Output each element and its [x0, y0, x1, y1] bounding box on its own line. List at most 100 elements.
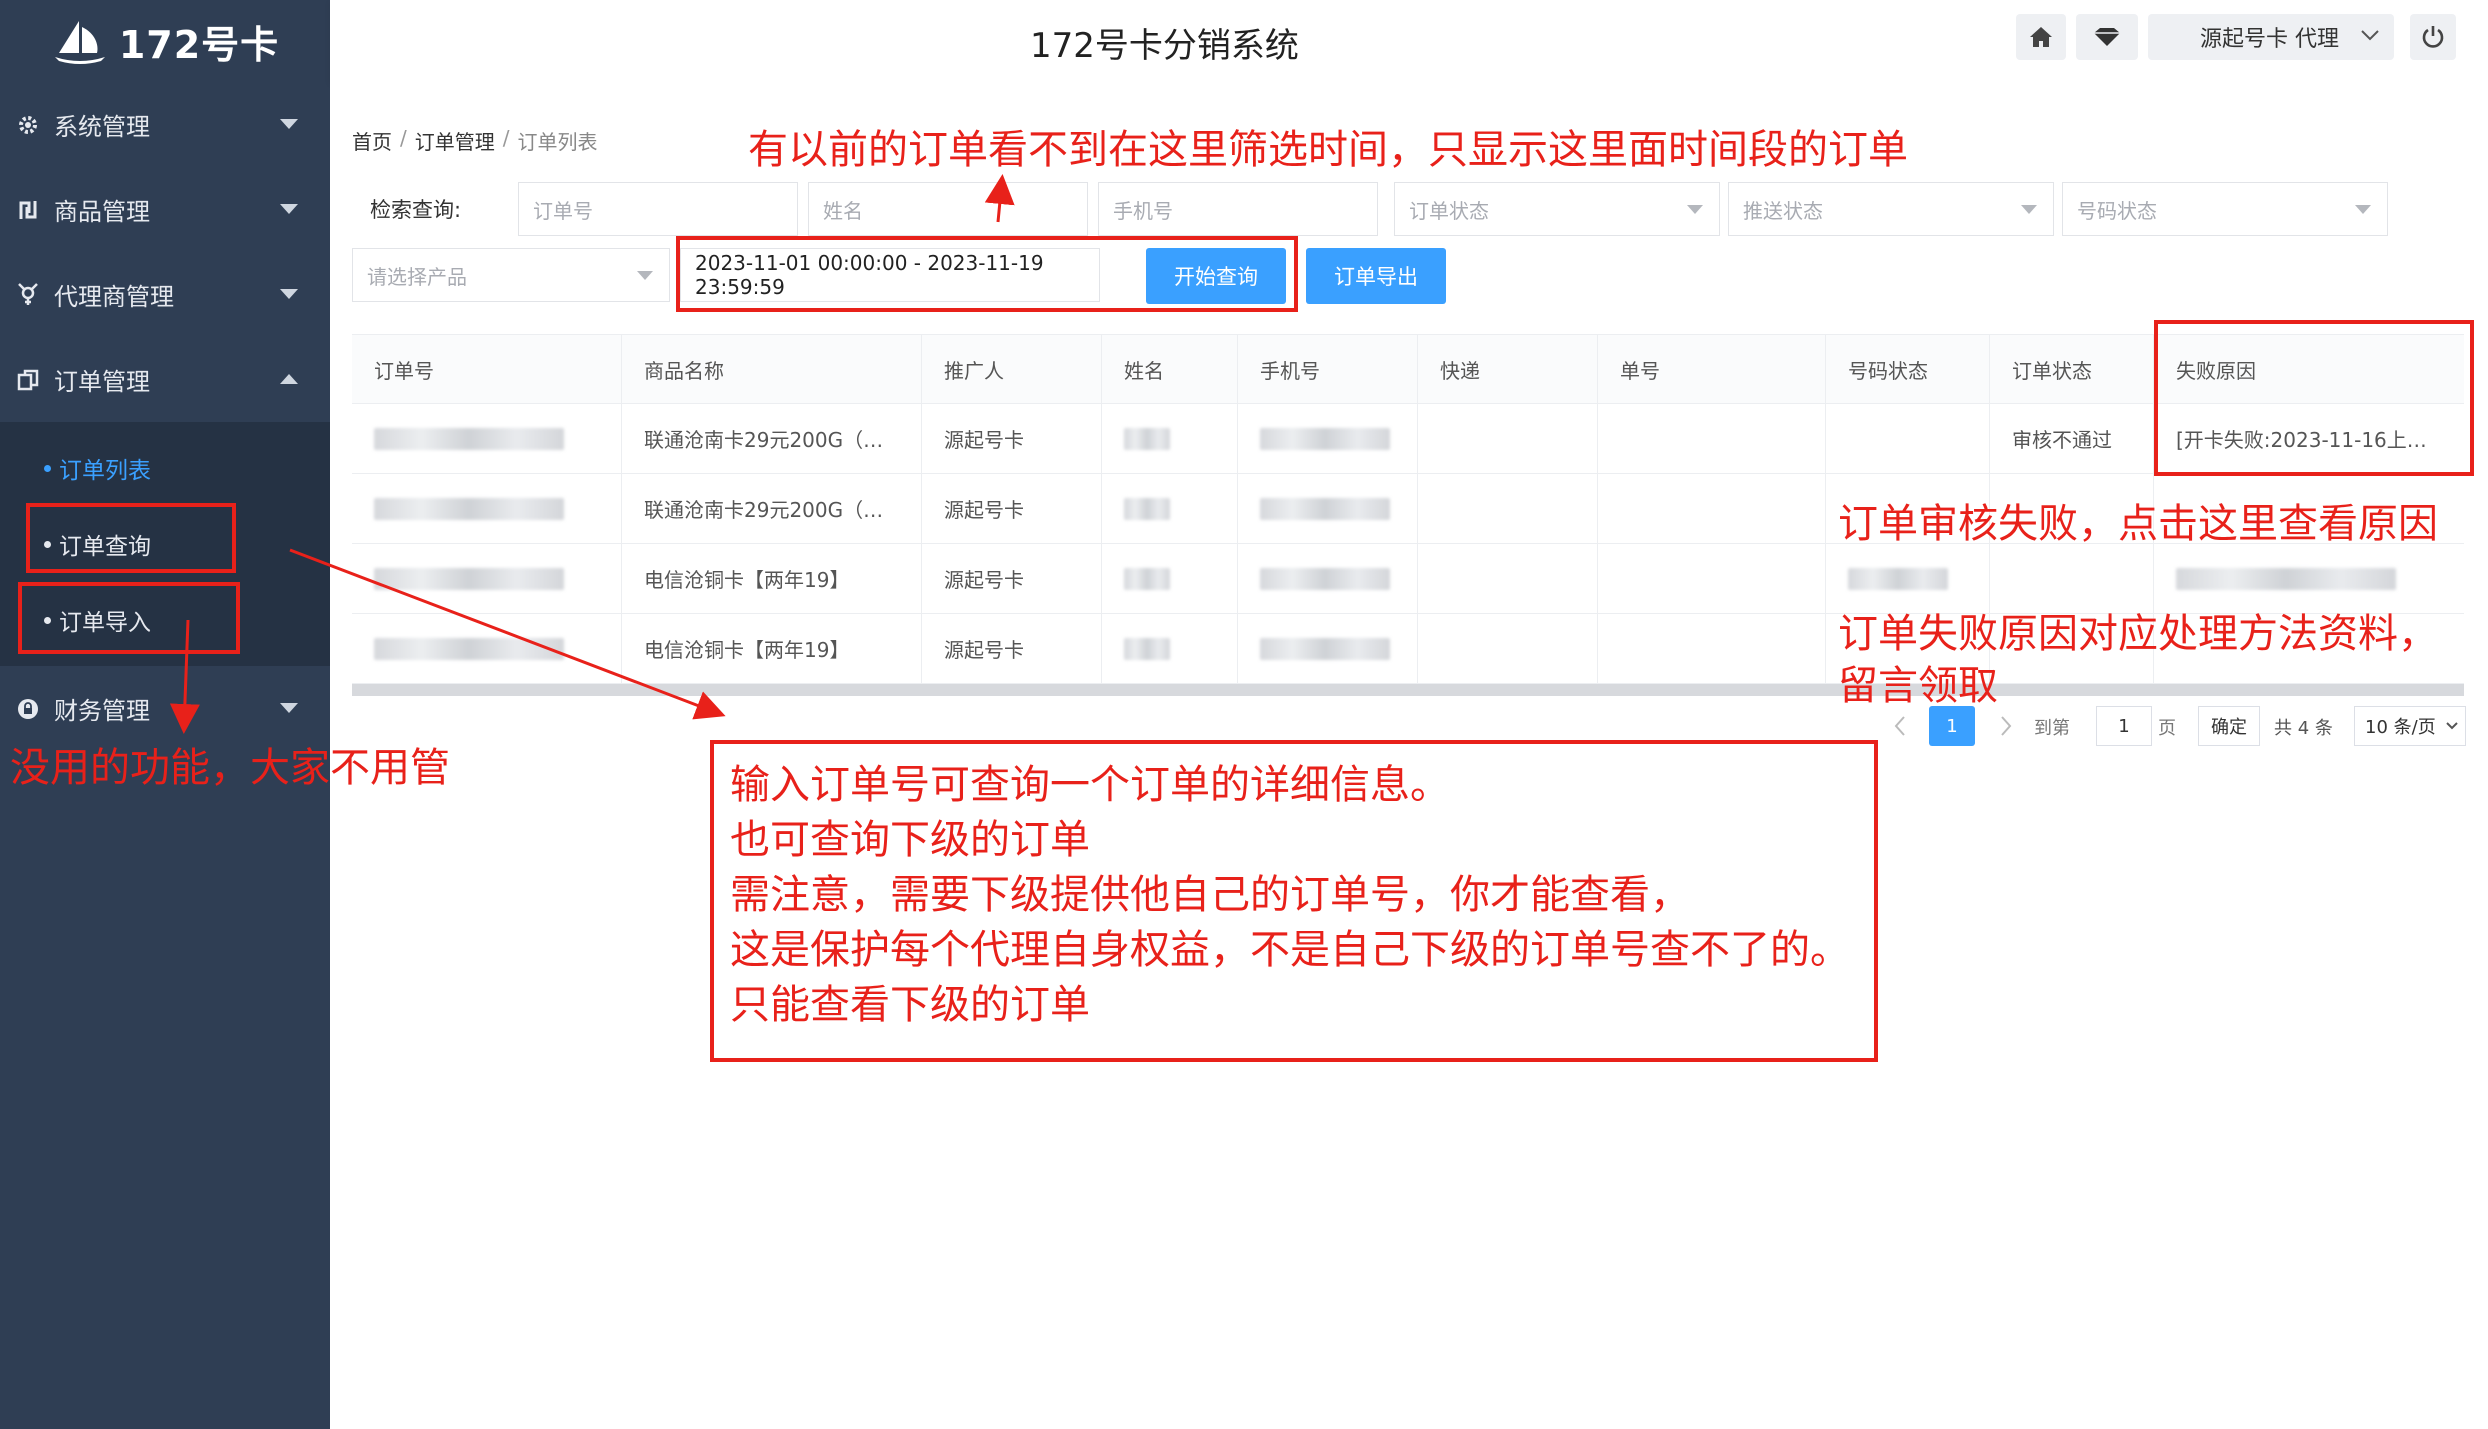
home-icon [2030, 27, 2052, 47]
product-select[interactable]: 请选择产品 [352, 248, 670, 302]
cell-order-no[interactable] [352, 544, 622, 613]
redacted-name [1124, 427, 1170, 450]
sidebar-item-finance[interactable]: 财务管理 [0, 666, 330, 751]
redacted-name [1124, 497, 1170, 520]
breadcrumb-current: 订单列表 [517, 130, 598, 154]
sidebar-item-orders[interactable]: 订单管理 [0, 337, 330, 422]
gear-icon [14, 111, 42, 139]
redacted-name [1124, 637, 1170, 660]
power-icon [2422, 26, 2444, 48]
push-status-select[interactable]: 推送状态 [1728, 182, 2054, 236]
horizontal-scrollbar[interactable] [352, 684, 2464, 696]
table-row[interactable]: 电信沧铜卡【两年19】 源起号卡 [352, 544, 2464, 614]
annotation-fail-text: 订单审核失败，点击这里查看原因 [1838, 501, 2438, 547]
caret-down-icon [637, 271, 653, 280]
cell-order-no[interactable] [352, 404, 622, 473]
goto-label: 到第 [2034, 718, 2070, 739]
page-1-button[interactable]: 1 [1929, 706, 1975, 746]
th-order-status[interactable]: 订单状态 [1990, 335, 2154, 403]
total-count: 共 4 条 [2274, 718, 2333, 739]
sidebar-item-label: 商品管理 [54, 198, 150, 226]
copy-icon [14, 366, 42, 394]
caret-down-icon [280, 702, 298, 713]
table-header: 订单号 商品名称 推广人 姓名 手机号 快递 单号 号码状态 订单状态 失败原因 [352, 334, 2464, 404]
th-express[interactable]: 快递 [1418, 335, 1598, 403]
diamond-button[interactable] [2076, 14, 2138, 60]
breadcrumb-section[interactable]: 订单管理 [415, 126, 495, 155]
order-number-input[interactable]: 订单号 [518, 182, 798, 236]
cell-name [1102, 544, 1238, 613]
sidebar-item-label: 订单管理 [54, 368, 150, 396]
logo-text: 172号卡 [118, 22, 280, 67]
cell-name [1102, 614, 1238, 683]
caret-down-icon [2021, 205, 2037, 214]
annotation-box-date-search [676, 236, 1298, 312]
placeholder: 请选择产品 [367, 264, 467, 289]
order-status-select[interactable]: 订单状态 [1394, 182, 1720, 236]
annotation-line: 也可查询下级的订单 [730, 817, 1090, 863]
diamond-icon [2094, 28, 2120, 46]
cell-express [1418, 404, 1598, 473]
next-page-icon[interactable] [1998, 714, 2014, 738]
table-row[interactable]: 联通沧南卡29元200G（… 源起号卡 审核不通过 [开卡失败:2023-11-… [352, 404, 2464, 474]
th-name[interactable]: 姓名 [1102, 335, 1238, 403]
breadcrumb-separator: / [400, 126, 407, 150]
placeholder: 订单号 [533, 198, 593, 223]
annotation-line: 只能查看下级的订单 [730, 982, 1090, 1028]
cell-order-no[interactable] [352, 614, 622, 683]
cell-number-status [1826, 544, 1990, 613]
sidebar-sub-order-list[interactable]: 订单列表 [0, 430, 330, 506]
filter-label: 检索查询: [370, 198, 462, 222]
redacted-order-no [374, 427, 564, 450]
bullet-icon [44, 464, 51, 472]
th-number-status[interactable]: 号码状态 [1826, 335, 1990, 403]
annotation-resources-text: 订单失败原因对应处理方法资料， [1838, 611, 2438, 657]
sidebar-item-system[interactable]: 系统管理 [0, 82, 330, 167]
home-button[interactable] [2016, 14, 2066, 60]
sailboat-logo-icon [54, 21, 105, 64]
cell-phone [1238, 404, 1418, 473]
cell-fail-reason[interactable] [2154, 544, 2444, 613]
logout-button[interactable] [2410, 14, 2456, 60]
prev-page-icon[interactable] [1892, 714, 1908, 738]
name-input[interactable]: 姓名 [808, 182, 1088, 236]
chevron-down-icon [2446, 722, 2458, 730]
sidebar-item-label: 代理商管理 [54, 283, 174, 311]
page-size-select[interactable]: 10 条/页 [2354, 706, 2466, 746]
goto-page-input[interactable]: 1 [2096, 706, 2152, 746]
breadcrumb-home[interactable]: 首页 [352, 126, 392, 155]
th-promoter[interactable]: 推广人 [922, 335, 1102, 403]
th-tracking-no[interactable]: 单号 [1598, 335, 1826, 403]
redacted-order-no [374, 497, 564, 520]
confirm-button[interactable]: 确定 [2198, 706, 2260, 746]
phone-input[interactable]: 手机号 [1098, 182, 1378, 236]
cell-order-no[interactable] [352, 474, 622, 543]
sidebar-item-label: 系统管理 [54, 113, 150, 141]
logo[interactable]: 172号卡 [0, 0, 330, 82]
user-select[interactable]: 源起号卡 代理 [2148, 14, 2394, 60]
sidebar-item-agents[interactable]: 代理商管理 [0, 252, 330, 337]
redacted-phone [1260, 567, 1390, 590]
th-phone[interactable]: 手机号 [1238, 335, 1418, 403]
sidebar-item-products[interactable]: 商品管理 [0, 167, 330, 252]
sidebar: 172号卡 系统管理 商品管理 代理商管理 订单管理 订单列表 订单查询 订单导… [0, 0, 330, 1429]
cell-product: 联通沧南卡29元200G（… [622, 404, 922, 473]
sidebar-item-label: 财务管理 [54, 697, 150, 725]
redacted-name [1124, 567, 1170, 590]
annotation-resources-text-2: 留言领取 [1838, 663, 1998, 709]
export-button[interactable]: 订单导出 [1306, 248, 1446, 304]
caret-down-icon [1687, 205, 1703, 214]
sidebar-sub-label: 订单列表 [59, 458, 151, 484]
cell-promoter: 源起号卡 [922, 614, 1102, 683]
cell-express [1418, 474, 1598, 543]
redacted-order-no [374, 567, 564, 590]
th-product[interactable]: 商品名称 [622, 335, 922, 403]
caret-down-icon [280, 203, 298, 214]
placeholder: 手机号 [1113, 198, 1173, 223]
cell-promoter: 源起号卡 [922, 404, 1102, 473]
th-order-no[interactable]: 订单号 [352, 335, 622, 403]
placeholder: 订单状态 [1409, 198, 1489, 223]
number-status-select[interactable]: 号码状态 [2062, 182, 2388, 236]
cell-promoter: 源起号卡 [922, 544, 1102, 613]
lock-icon [14, 695, 42, 723]
